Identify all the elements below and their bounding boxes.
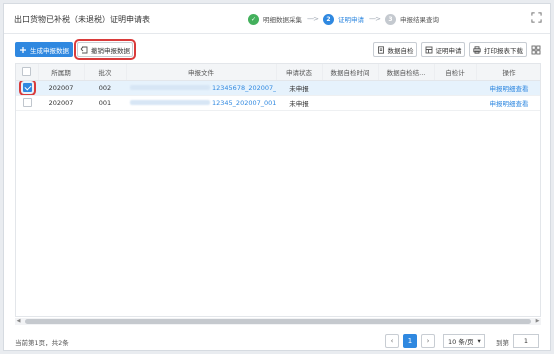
redacted-text	[130, 85, 210, 90]
step-2-label[interactable]: 证明申请	[338, 14, 364, 24]
generate-data-label: 生成申报数据	[30, 46, 69, 55]
goto-label: 到第	[496, 339, 509, 347]
horizontal-scrollbar[interactable]: ◀ ▶	[15, 318, 541, 325]
page-info: 当前第1页，共2条	[15, 339, 69, 347]
step-3-circle: 3	[384, 13, 396, 25]
next-page-button[interactable]: ›	[421, 334, 435, 348]
check-time-cell	[322, 95, 378, 111]
prev-page-button[interactable]: ‹	[385, 334, 399, 348]
scrollbar-thumb[interactable]	[25, 319, 531, 324]
revoke-data-label: 撤销申报数据	[91, 46, 130, 55]
redacted-text	[130, 100, 210, 105]
column-header-period: 所属期	[38, 64, 85, 81]
column-header-action: 操作	[476, 64, 540, 81]
plus-icon	[20, 46, 26, 53]
scroll-right-icon[interactable]: ▶	[534, 318, 541, 325]
form-icon	[425, 46, 432, 53]
step-1-check-icon: ✓	[248, 13, 259, 25]
period-cell: 202007	[38, 80, 84, 96]
self-check-button[interactable]: 数据自检	[373, 42, 417, 57]
step-arrow-icon: ---->	[307, 15, 319, 23]
file-cell[interactable]: 12345_202007_001.xn	[126, 95, 276, 111]
batch-cell: 002	[84, 80, 126, 96]
chevron-right-icon: ›	[426, 337, 430, 345]
column-header-status: 申请状态	[276, 64, 323, 81]
row-checkbox[interactable]	[18, 80, 36, 94]
data-table: 所属期 批次 申报文件 申请状态 数据自检时间 数据自检结... 自检计 操作 …	[15, 63, 541, 317]
select-all-cell[interactable]	[16, 64, 39, 81]
step-3-label[interactable]: 申报结果查询	[400, 14, 439, 24]
check-count-cell	[434, 95, 476, 111]
printer-icon	[473, 45, 481, 54]
row-select-cell[interactable]	[16, 80, 38, 96]
column-header-check-time: 数据自检时间	[322, 64, 379, 81]
generate-data-button[interactable]: 生成申报数据	[15, 42, 73, 57]
select-all-checkbox[interactable]	[22, 67, 32, 77]
check-result-cell	[378, 95, 434, 111]
self-check-label: 数据自检	[387, 46, 414, 55]
pagination-bar: 当前第1页，共2条 ‹ 1 › 10 条/页 ▾ 到第 1	[15, 334, 541, 348]
column-settings-icon[interactable]	[531, 45, 541, 55]
status-cell: 未申报	[276, 95, 322, 111]
column-header-file: 申报文件	[126, 64, 277, 81]
step-arrow-icon: ---->	[368, 15, 381, 23]
check-time-cell	[322, 80, 378, 96]
cert-apply-label: 证明申请	[435, 46, 462, 55]
file-name[interactable]: 12345678_202007_00	[212, 84, 276, 92]
toolbar: 生成申报数据 撤销申报数据 数据自检 证明申请 打印报表下载	[15, 39, 541, 60]
panel-header: 出口货物已补税（未退税）证明申请表 ✓ 明细数据采集 ----> 2 证明申请 …	[4, 4, 550, 34]
undo-icon	[80, 46, 88, 53]
caret-down-icon: ▾	[477, 337, 481, 345]
step-2-circle: 2	[322, 13, 334, 25]
main-panel: 出口货物已补税（未退税）证明申请表 ✓ 明细数据采集 ----> 2 证明申请 …	[3, 3, 551, 351]
row-select-cell[interactable]	[16, 95, 38, 111]
row-checkbox[interactable]	[22, 98, 32, 107]
revoke-data-button[interactable]: 撤销申报数据	[74, 39, 136, 60]
period-cell: 202007	[38, 95, 84, 111]
document-icon	[377, 45, 384, 54]
table-row[interactable]: 202007 002 12345678_202007_00 未申报 申报明细查看	[16, 80, 540, 96]
table-header-row: 所属期 批次 申报文件 申请状态 数据自检时间 数据自检结... 自检计 操作	[16, 64, 540, 81]
cert-apply-button[interactable]: 证明申请	[421, 42, 465, 57]
column-header-check-result: 数据自检结...	[378, 64, 435, 81]
scroll-left-icon[interactable]: ◀	[15, 318, 22, 325]
page-number-button[interactable]: 1	[403, 334, 417, 348]
table-row[interactable]: 202007 001 12345_202007_001.xn 未申报 申报明细查…	[16, 95, 540, 111]
column-header-batch: 批次	[84, 64, 127, 81]
step-1-label[interactable]: 明细数据采集	[263, 14, 302, 24]
file-cell[interactable]: 12345678_202007_00	[126, 80, 276, 96]
page-title: 出口货物已补税（未退税）证明申请表	[14, 15, 150, 24]
page-size-select[interactable]: 10 条/页 ▾	[443, 334, 485, 348]
print-download-button[interactable]: 打印报表下载	[469, 42, 527, 57]
goto-page-input[interactable]: 1	[513, 334, 539, 348]
view-detail-link[interactable]: 申报明细查看	[476, 80, 540, 96]
check-result-cell	[378, 80, 434, 96]
column-header-check-count: 自检计	[434, 64, 477, 81]
file-name[interactable]: 12345_202007_001.xn	[212, 99, 276, 107]
step-indicator: ✓ 明细数据采集 ----> 2 证明申请 ----> 3 申报结果查询	[248, 12, 439, 26]
batch-cell: 001	[84, 95, 126, 111]
check-count-cell	[434, 80, 476, 96]
print-download-label: 打印报表下载	[484, 46, 523, 55]
fullscreen-icon[interactable]	[531, 12, 542, 23]
page-size-value: 10 条/页	[448, 338, 474, 346]
view-detail-link[interactable]: 申报明细查看	[476, 95, 540, 111]
chevron-left-icon: ‹	[390, 337, 394, 345]
status-cell: 未申报	[276, 80, 322, 96]
